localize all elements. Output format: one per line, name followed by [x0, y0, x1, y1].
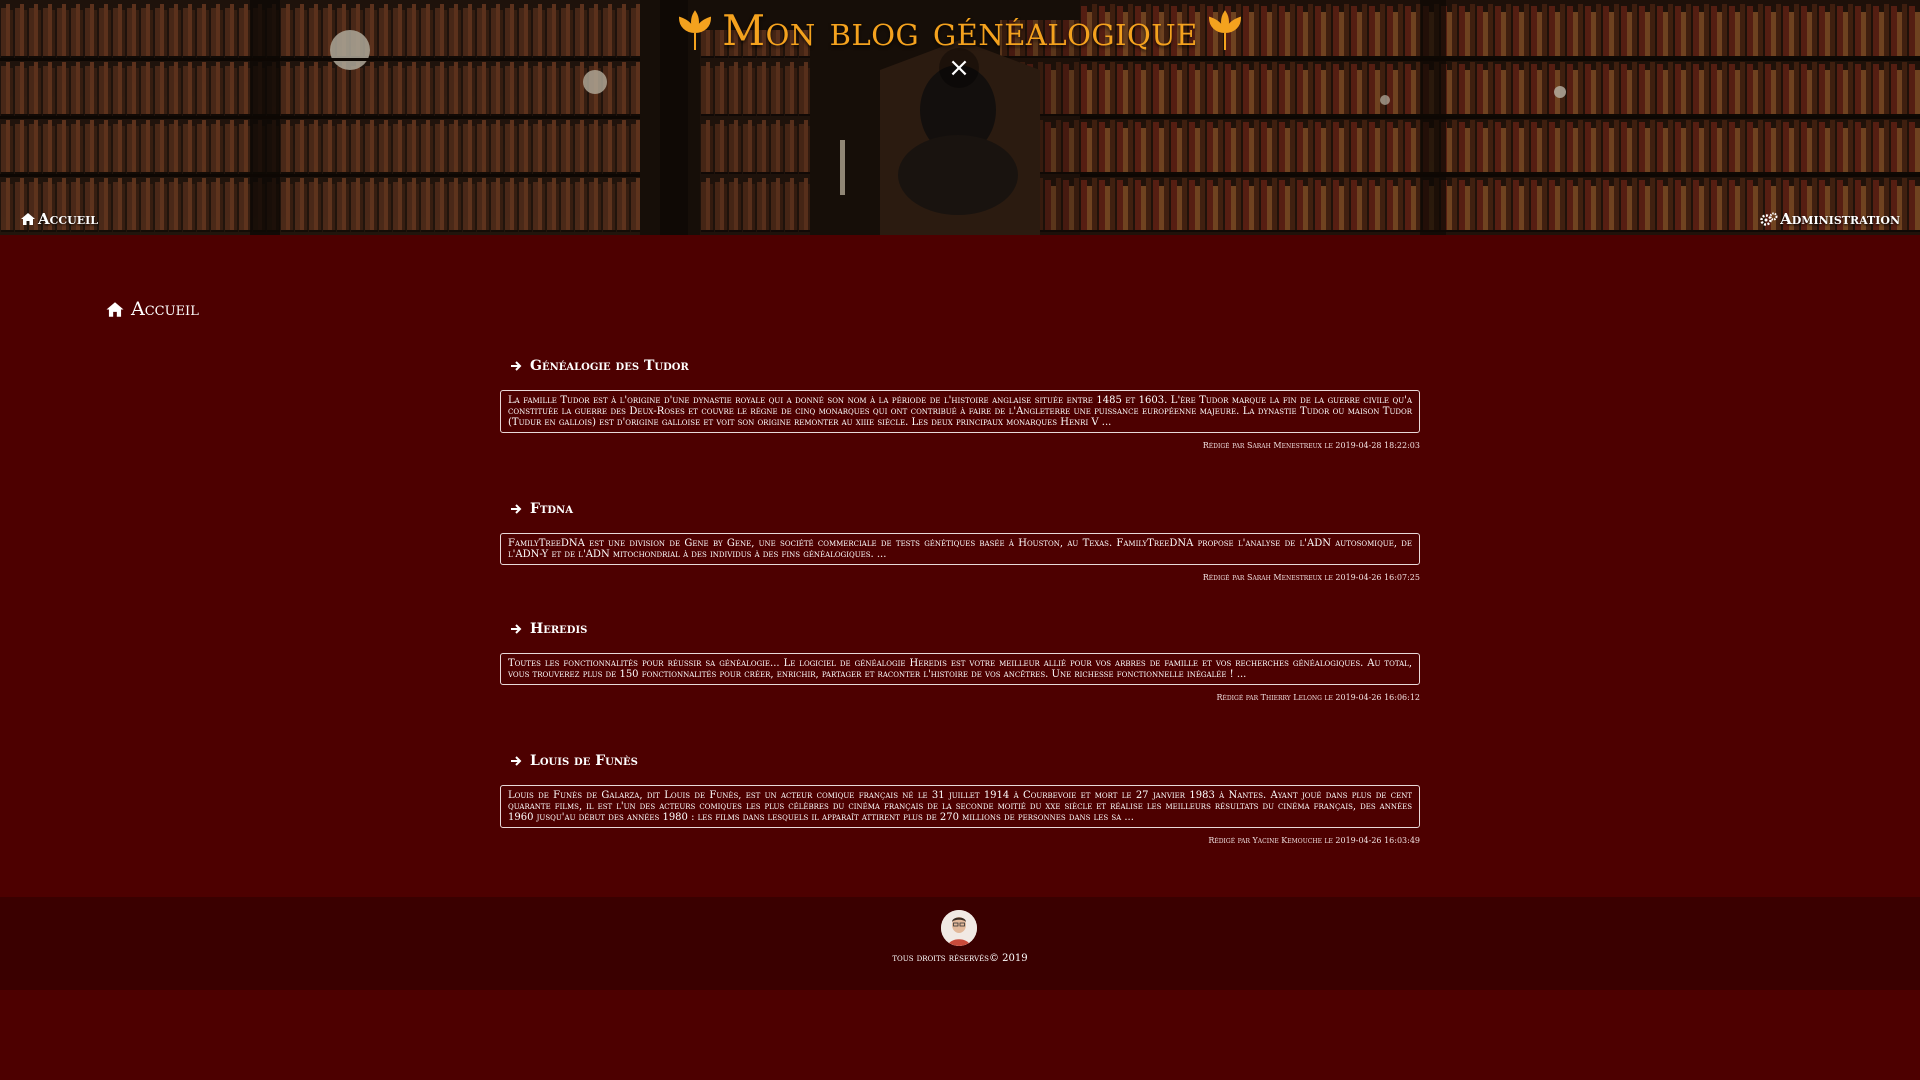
post-excerpt: Louis de Funès de Galarza, dit Louis de … [500, 785, 1420, 828]
nav-admin-link[interactable]: Administration [1760, 210, 1900, 228]
post-title: Ftdna [530, 501, 573, 517]
nav-home-link[interactable]: Accueil [20, 210, 98, 228]
post-title-link[interactable]: Louis de Funès [500, 745, 1420, 777]
post-title-link[interactable]: Généalogie des Tudor [500, 350, 1420, 382]
post-title-link[interactable]: Heredis [500, 613, 1420, 645]
home-icon [106, 301, 124, 317]
nav-admin-label: Administration [1780, 210, 1900, 228]
post-meta: Rédigé par Yacine Kemouche le 2019-04-26… [1208, 836, 1420, 845]
post-card: Louis de Funès Louis de Funès de Galarza… [500, 745, 1420, 845]
page-heading: Accueil [105, 298, 199, 320]
post-list: Généalogie des Tudor La famille Tudor es… [500, 350, 1420, 845]
arrow-right-icon [511, 361, 522, 371]
post-meta: Rédigé par Sarah Menestreux le 2019-04-2… [1202, 573, 1420, 582]
post-card: Généalogie des Tudor La famille Tudor es… [500, 350, 1420, 493]
post-card: Heredis Toutes les fonctionnalités pour … [500, 613, 1420, 745]
post-excerpt: Toutes les fonctionnalités pour réussir … [500, 653, 1420, 685]
page-heading-text: Accueil [131, 298, 199, 320]
header-banner: Mon blog généalogique × Accueil Administ… [0, 0, 1920, 235]
post-title: Heredis [530, 621, 588, 637]
close-icon[interactable]: × [939, 48, 979, 88]
post-excerpt: La famille Tudor est à l'origine d'une d… [500, 390, 1420, 433]
avatar-image [941, 910, 977, 946]
avatar[interactable] [941, 910, 977, 946]
arrow-right-icon [511, 504, 522, 514]
post-meta: Rédigé par Sarah Menestreux le 2019-04-2… [1202, 441, 1420, 450]
leaf-icon [1208, 9, 1241, 50]
post-card: Ftdna FamilyTreeDNA est une division de … [500, 493, 1420, 613]
post-excerpt: FamilyTreeDNA est une division de Gene b… [500, 533, 1420, 565]
arrow-right-icon [511, 756, 522, 766]
nav-home-label: Accueil [38, 210, 99, 228]
leaf-icon [679, 9, 712, 50]
gears-icon [1760, 212, 1778, 226]
post-title: Généalogie des Tudor [530, 358, 689, 374]
home-icon [21, 213, 35, 225]
post-meta: Rédigé par Thierry Lelong le 2019-04-26 … [1216, 693, 1420, 702]
footer: tous droits réservés© 2019 [0, 897, 1920, 990]
arrow-right-icon [511, 624, 522, 634]
post-title: Louis de Funès [530, 753, 638, 769]
copyright-text: tous droits réservés© 2019 [892, 953, 1028, 964]
post-title-link[interactable]: Ftdna [500, 493, 1420, 525]
